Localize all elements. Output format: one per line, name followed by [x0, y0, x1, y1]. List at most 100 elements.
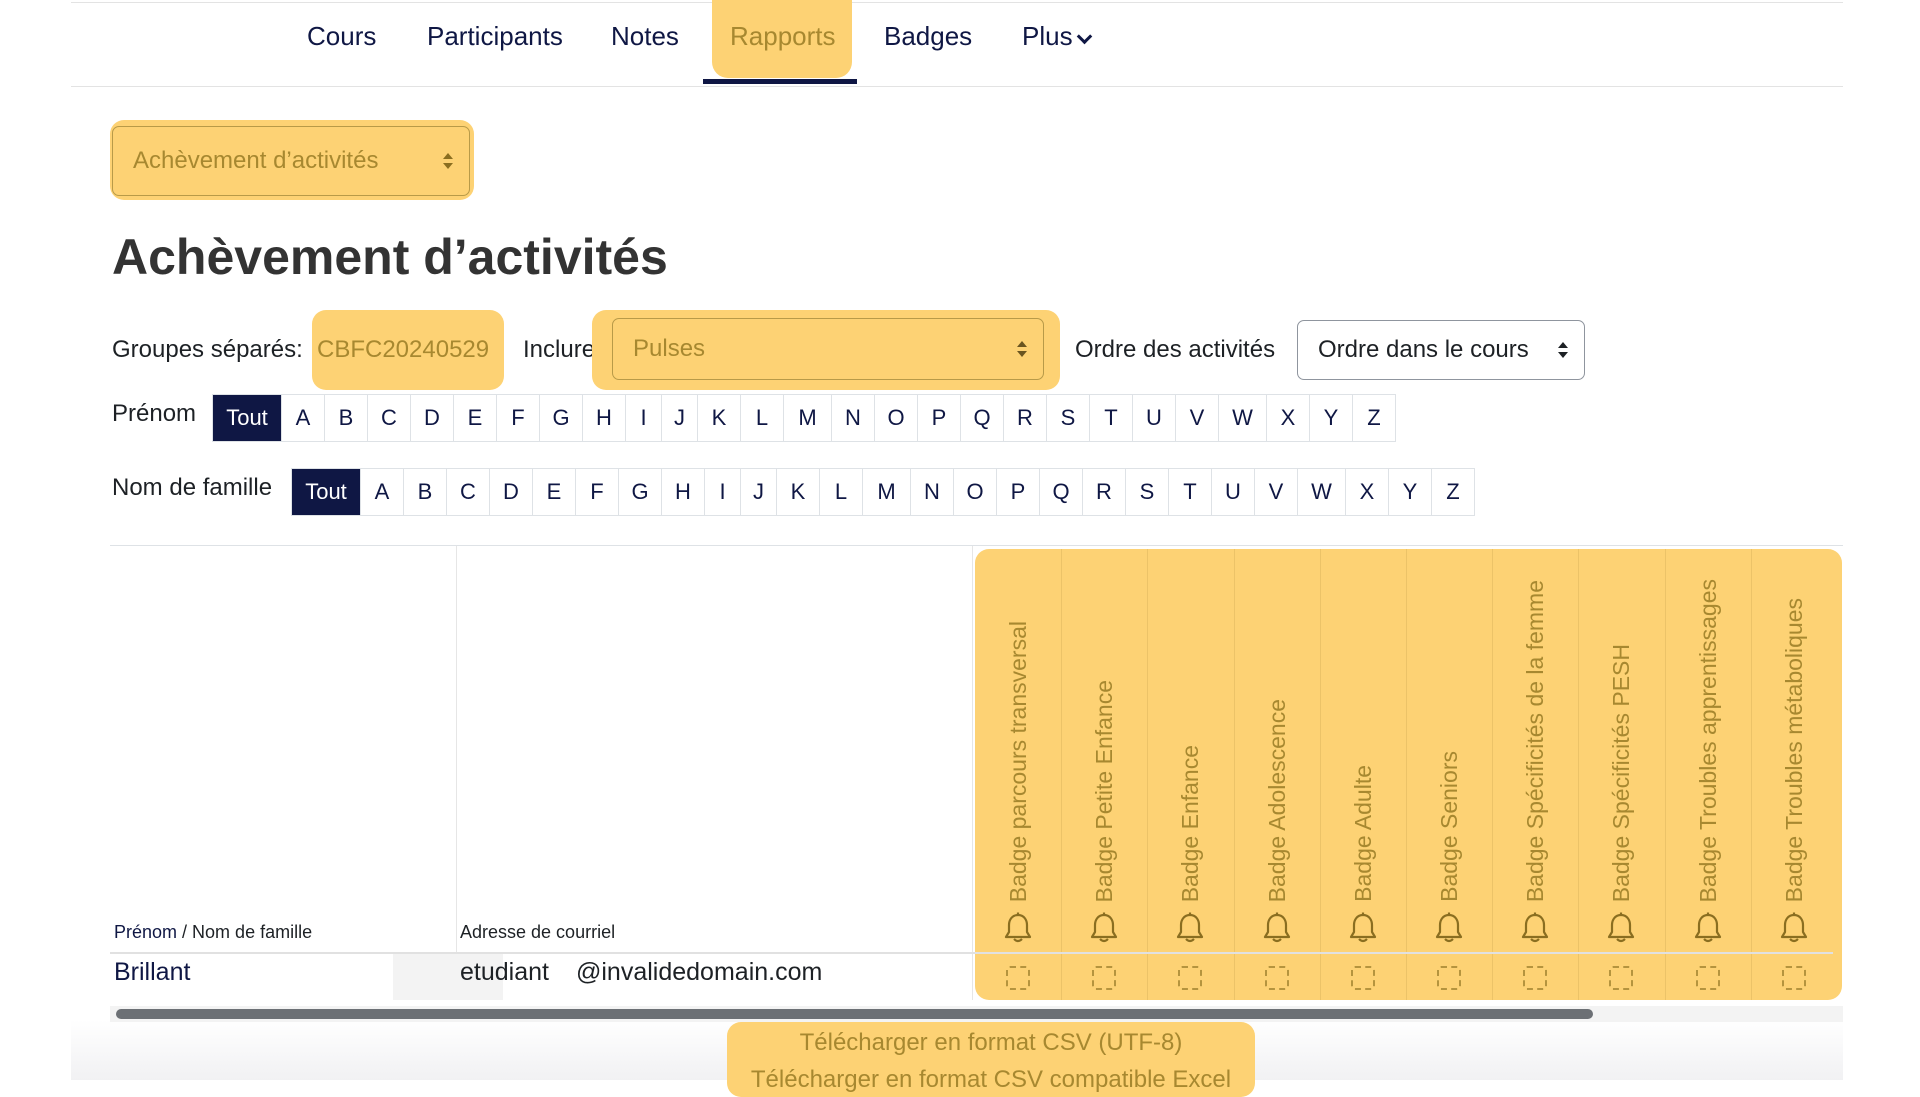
completion-checkbox[interactable] — [1178, 966, 1202, 990]
completion-checkbox[interactable] — [1351, 966, 1375, 990]
completion-checkbox[interactable] — [1437, 966, 1461, 990]
bell-icon — [1434, 912, 1464, 944]
badge-column-header[interactable]: Badge Troubles métaboliques — [1751, 552, 1837, 902]
lastname-initial-d[interactable]: D — [489, 469, 532, 515]
firstname-initial-g[interactable]: G — [539, 395, 582, 441]
firstname-initial-all[interactable]: Tout — [213, 395, 281, 441]
firstname-initial-b[interactable]: B — [324, 395, 367, 441]
download-csv-excel-link[interactable]: Télécharger en format CSV compatible Exc… — [727, 1066, 1255, 1094]
sort-firstname-link[interactable]: Prénom — [114, 922, 177, 942]
badge-column-title: Badge Petite Enfance — [1091, 679, 1117, 903]
firstname-initial-x[interactable]: X — [1266, 395, 1309, 441]
nav-item-cours[interactable]: Cours — [307, 14, 376, 58]
sort-lastname-link[interactable]: Nom de famille — [192, 922, 312, 942]
firstname-initial-e[interactable]: E — [453, 395, 496, 441]
include-select[interactable]: Pulses — [612, 318, 1044, 380]
firstname-initial-n[interactable]: N — [831, 395, 874, 441]
firstname-initial-w[interactable]: W — [1218, 395, 1266, 441]
lastname-initial-o[interactable]: O — [953, 469, 996, 515]
firstname-initial-p[interactable]: P — [917, 395, 960, 441]
nav-item-rapports[interactable]: Rapports — [730, 14, 836, 58]
firstname-initial-z[interactable]: Z — [1352, 395, 1395, 441]
nav-item-participants[interactable]: Participants — [427, 14, 563, 58]
badge-column-header[interactable]: Badge Spécificités de la femme — [1492, 552, 1578, 902]
lastname-initial-c[interactable]: C — [446, 469, 489, 515]
lastname-initial-k[interactable]: K — [776, 469, 819, 515]
completion-checkbox[interactable] — [1006, 966, 1030, 990]
lastname-initial-r[interactable]: R — [1082, 469, 1125, 515]
lastname-initial-f[interactable]: F — [575, 469, 618, 515]
badge-column-header[interactable]: Badge parcours transversal — [975, 552, 1061, 902]
lastname-initial-y[interactable]: Y — [1388, 469, 1431, 515]
badge-column-header[interactable]: Badge Adulte — [1320, 552, 1406, 902]
lastname-initial-t[interactable]: T — [1168, 469, 1211, 515]
firstname-initial-u[interactable]: U — [1132, 395, 1175, 441]
completion-checkbox[interactable] — [1782, 966, 1806, 990]
lastname-initial-x[interactable]: X — [1345, 469, 1388, 515]
lastname-initial-j[interactable]: J — [740, 469, 776, 515]
firstname-initial-r[interactable]: R — [1003, 395, 1046, 441]
completion-checkbox[interactable] — [1696, 966, 1720, 990]
badge-column-header[interactable]: Badge Spécificités PESH — [1578, 552, 1664, 902]
firstname-initial-a[interactable]: A — [281, 395, 324, 441]
completion-checkbox[interactable] — [1092, 966, 1116, 990]
lastname-initial-l[interactable]: L — [819, 469, 862, 515]
firstname-initial-o[interactable]: O — [874, 395, 917, 441]
lastname-initial-w[interactable]: W — [1297, 469, 1345, 515]
group-value[interactable]: CBFC20240529 — [317, 336, 489, 364]
lastname-initial-b[interactable]: B — [403, 469, 446, 515]
badge-column-header[interactable]: Badge Seniors — [1406, 552, 1492, 902]
lastname-initial-h[interactable]: H — [661, 469, 704, 515]
firstname-initial-j[interactable]: J — [661, 395, 697, 441]
lastname-initial-v[interactable]: V — [1254, 469, 1297, 515]
lastname-initial-i[interactable]: I — [704, 469, 740, 515]
student-email-domain: @invalidedomain.com — [576, 958, 823, 986]
firstname-initial-q[interactable]: Q — [960, 395, 1003, 441]
completion-checkbox[interactable] — [1265, 966, 1289, 990]
firstname-initial-l[interactable]: L — [740, 395, 783, 441]
badge-column-title: Badge Spécificités de la femme — [1522, 579, 1548, 902]
nav-item-badges[interactable]: Badges — [884, 14, 972, 58]
lastname-initial-g[interactable]: G — [618, 469, 661, 515]
report-select[interactable]: Achèvement d’activités — [112, 126, 470, 196]
nav-item-notes[interactable]: Notes — [611, 14, 679, 58]
badge-column-header[interactable]: Badge Troubles apprentissages — [1665, 552, 1751, 903]
badge-column-header[interactable]: Badge Petite Enfance — [1061, 552, 1147, 903]
lastname-initial-u[interactable]: U — [1211, 469, 1254, 515]
lastname-initial-s[interactable]: S — [1125, 469, 1168, 515]
scrollbar-thumb[interactable] — [116, 1009, 1593, 1019]
lastname-initial-e[interactable]: E — [532, 469, 575, 515]
firstname-initials-bar: Tout A B C D E F G H I J K L M N O P Q R S T U V W X Y Z — [212, 394, 1396, 442]
badge-column-header[interactable]: Badge Adolescence — [1234, 552, 1320, 902]
lastname-initial-p[interactable]: P — [996, 469, 1039, 515]
firstname-initial-h[interactable]: H — [582, 395, 625, 441]
firstname-initial-i[interactable]: I — [625, 395, 661, 441]
completion-checkbox[interactable] — [1523, 966, 1547, 990]
chevron-down-icon — [1076, 28, 1092, 45]
lastname-initial-a[interactable]: A — [360, 469, 403, 515]
download-csv-utf8-link[interactable]: Télécharger en format CSV (UTF-8) — [727, 1029, 1255, 1057]
completion-checkbox[interactable] — [1609, 966, 1633, 990]
nav-item-plus[interactable]: Plus — [1022, 14, 1092, 58]
badge-column-title: Badge Enfance — [1177, 744, 1203, 902]
firstname-initial-f[interactable]: F — [496, 395, 539, 441]
firstname-initial-m[interactable]: M — [783, 395, 831, 441]
badge-column-header[interactable]: Badge Enfance — [1147, 552, 1233, 902]
firstname-initial-k[interactable]: K — [697, 395, 740, 441]
lastname-initial-q[interactable]: Q — [1039, 469, 1082, 515]
firstname-initial-y[interactable]: Y — [1309, 395, 1352, 441]
firstname-initial-v[interactable]: V — [1175, 395, 1218, 441]
lastname-initial-n[interactable]: N — [910, 469, 953, 515]
firstname-initial-c[interactable]: C — [367, 395, 410, 441]
order-select[interactable]: Ordre dans le cours — [1297, 320, 1585, 380]
lastname-initial-all[interactable]: Tout — [292, 469, 360, 515]
lastname-initial-m[interactable]: M — [862, 469, 910, 515]
firstname-initial-s[interactable]: S — [1046, 395, 1089, 441]
table-top-border — [110, 545, 1843, 546]
firstname-initial-d[interactable]: D — [410, 395, 453, 441]
nav-item-plus-label: Plus — [1022, 21, 1073, 51]
column-divider — [972, 546, 973, 1000]
lastname-initial-z[interactable]: Z — [1431, 469, 1474, 515]
firstname-initial-t[interactable]: T — [1089, 395, 1132, 441]
student-name-link[interactable]: Brillant — [114, 958, 190, 987]
